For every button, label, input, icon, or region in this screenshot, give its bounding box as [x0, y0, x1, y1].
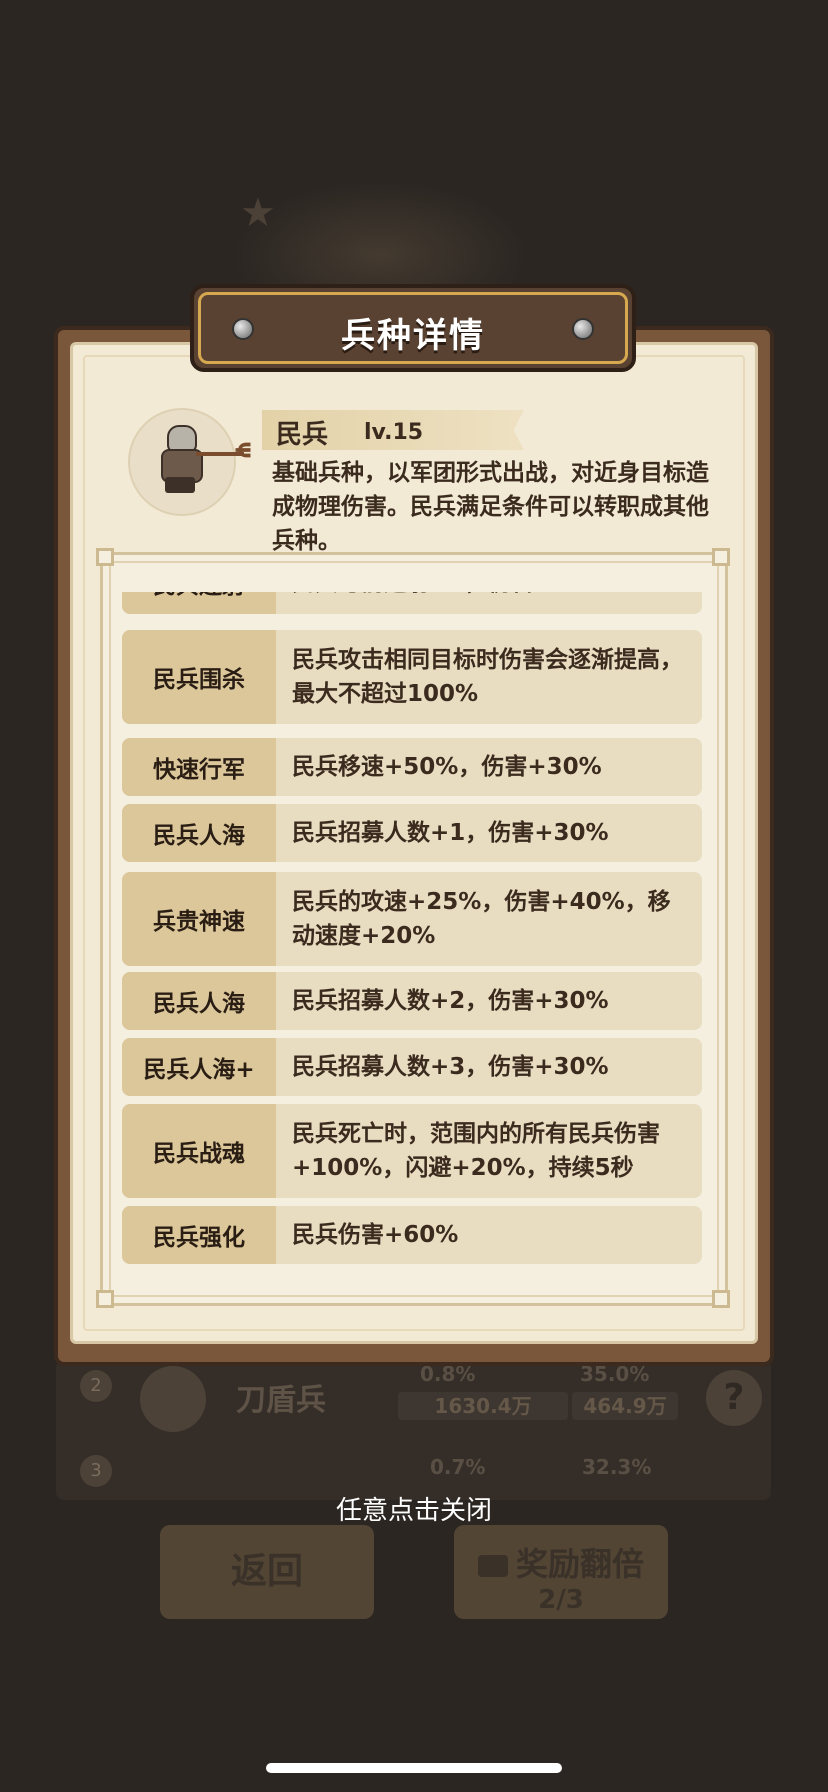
star-icon: ★ — [240, 190, 276, 236]
unit-avatar — [140, 1366, 206, 1432]
militia-icon — [155, 425, 205, 495]
skill-description: 民兵死亡时，范围内的所有民兵伤害+100%，闪避+20%，持续5秒 — [292, 1121, 660, 1181]
attack-bar: 1630.4万 — [398, 1392, 568, 1420]
rank-badge: 3 — [80, 1455, 112, 1487]
skill-name: 民兵人海 — [122, 972, 276, 1030]
skill-description: 民兵移速+50%，伤害+30% — [292, 754, 602, 780]
skill-name: 民兵人海 — [122, 804, 276, 862]
frame-corner — [712, 1290, 730, 1308]
skill-description: 民兵的攻速+25%，伤害+40%，移动速度+20% — [292, 889, 671, 949]
skill-name: 民兵围杀 — [122, 630, 276, 724]
skill-description: 民兵攻击相同目标时伤害会逐渐提高，最大不超过100% — [292, 647, 683, 707]
modal-title: 兵种详情 — [341, 316, 485, 356]
skills-list[interactable]: 民兵连射 民兵弓箭连射+1，伤害-30% 民兵围杀 民兵攻击相同目标时伤害会逐渐… — [122, 592, 702, 1270]
skill-description: 民兵招募人数+2，伤害+30% — [292, 988, 609, 1014]
skill-row: 民兵人海+ 民兵招募人数+3，伤害+30% — [122, 1038, 702, 1096]
skill-name: 快速行军 — [122, 738, 276, 796]
reward-label: 奖励翻倍 — [515, 1545, 644, 1583]
frame-corner — [712, 548, 730, 566]
skill-row: 民兵连射 民兵弓箭连射+1，伤害-30% — [122, 592, 702, 614]
unit-level: lv.15 — [364, 420, 424, 445]
back-label: 返回 — [230, 1551, 303, 1592]
rank-badge: 2 — [80, 1370, 112, 1402]
skill-name: 民兵战魂 — [122, 1104, 276, 1198]
unit-description: 基础兵种，以军团形式出战，对近身目标造成物理伤害。民兵满足条件可以转职成其他兵种… — [272, 460, 709, 554]
background-unit-name: 刀盾兵 — [236, 1383, 326, 1418]
skill-row: 民兵人海 民兵招募人数+2，伤害+30% — [122, 972, 702, 1030]
double-reward-button: 奖励翻倍 2/3 — [454, 1525, 668, 1619]
reward-count: 2/3 — [538, 1585, 584, 1615]
skill-description: 民兵伤害+60% — [292, 1222, 459, 1248]
skill-row: 民兵围杀 民兵攻击相同目标时伤害会逐渐提高，最大不超过100% — [122, 630, 702, 724]
pitchfork-icon — [196, 452, 244, 456]
skill-description: 民兵弓箭连射+1，伤害-30% — [292, 592, 692, 614]
skill-name: 民兵连射 — [122, 592, 276, 614]
skill-name: 民兵人海+ — [122, 1038, 276, 1096]
skill-row: 民兵人海 民兵招募人数+1，伤害+30% — [122, 804, 702, 862]
skill-row: 民兵强化 民兵伤害+60% — [122, 1206, 702, 1264]
skill-row: 兵贵神速 民兵的攻速+25%，伤害+40%，移动速度+20% — [122, 872, 702, 966]
unit-name: 民兵 — [276, 420, 329, 450]
skill-row: 快速行军 民兵移速+50%，伤害+30% — [122, 738, 702, 796]
modal-title-plate: 兵种详情 — [190, 284, 636, 372]
skill-description: 民兵招募人数+3，伤害+30% — [292, 1054, 609, 1080]
skill-row: 民兵战魂 民兵死亡时，范围内的所有民兵伤害+100%，闪避+20%，持续5秒 — [122, 1104, 702, 1198]
skill-name: 兵贵神速 — [122, 872, 276, 966]
tap-to-close-hint[interactable]: 任意点击关闭 — [0, 1490, 828, 1527]
video-camera-icon — [477, 1555, 508, 1577]
defense-stat: 32.3% — [582, 1455, 652, 1479]
skill-description: 民兵招募人数+1，伤害+30% — [292, 820, 609, 846]
frame-corner — [96, 1290, 114, 1308]
skill-name: 民兵强化 — [122, 1206, 276, 1264]
frame-corner — [96, 548, 114, 566]
crit-stat: 0.7% — [430, 1455, 486, 1479]
back-button: 返回 — [160, 1525, 374, 1619]
help-button: ? — [706, 1370, 762, 1426]
home-indicator[interactable] — [266, 1763, 562, 1773]
hp-bar: 464.9万 — [572, 1392, 678, 1420]
